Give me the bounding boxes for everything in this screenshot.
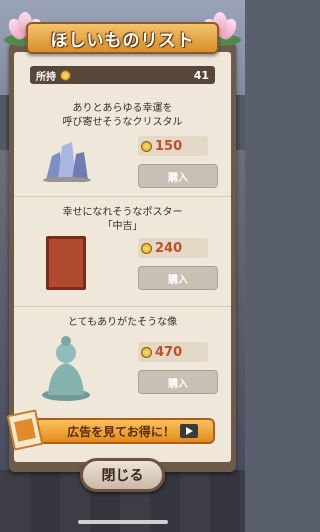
price-tag: 470 [138, 342, 208, 362]
watch-ad-label: 広告を見てお得に！ [67, 424, 175, 439]
page-title: ほしいものリスト [50, 30, 195, 51]
coin-icon [60, 69, 71, 81]
item-price: 150 [155, 138, 183, 154]
item-description: ありとあらゆる幸運を 呼び寄せそうなクリスタル [62, 103, 183, 128]
buy-button[interactable]: 購入 [138, 370, 218, 394]
item-price: 240 [155, 240, 183, 256]
home-indicator [78, 520, 168, 524]
coin-icon [141, 140, 152, 152]
item-description: 幸せになれそうなポスター 「中吉」 [62, 207, 183, 232]
close-label: 閉じる [101, 468, 144, 484]
statue-icon [42, 336, 90, 401]
close-button[interactable]: 閉じる [80, 458, 165, 492]
buy-button[interactable]: 購入 [138, 266, 218, 290]
coin-icon [141, 242, 152, 254]
coin-icon [141, 346, 152, 358]
owned-value: 41 [193, 68, 209, 82]
item-description: とてもありがたそうな像 [67, 317, 178, 328]
owned-label: 所持 [36, 71, 56, 83]
title-banner: ほしいものリスト [26, 22, 219, 54]
price-tag: 150 [138, 136, 208, 156]
item-price: 470 [155, 344, 183, 360]
buy-button[interactable]: 購入 [138, 164, 218, 188]
owned-coins-bar: 所持 41 [30, 66, 215, 84]
price-tag: 240 [138, 238, 208, 258]
play-video-icon [179, 424, 198, 438]
divider [14, 306, 231, 307]
divider [14, 196, 231, 197]
poster-icon [46, 236, 86, 290]
crystal-icon [43, 142, 91, 182]
watch-ad-button[interactable]: 広告を見てお得に！ [30, 418, 215, 444]
